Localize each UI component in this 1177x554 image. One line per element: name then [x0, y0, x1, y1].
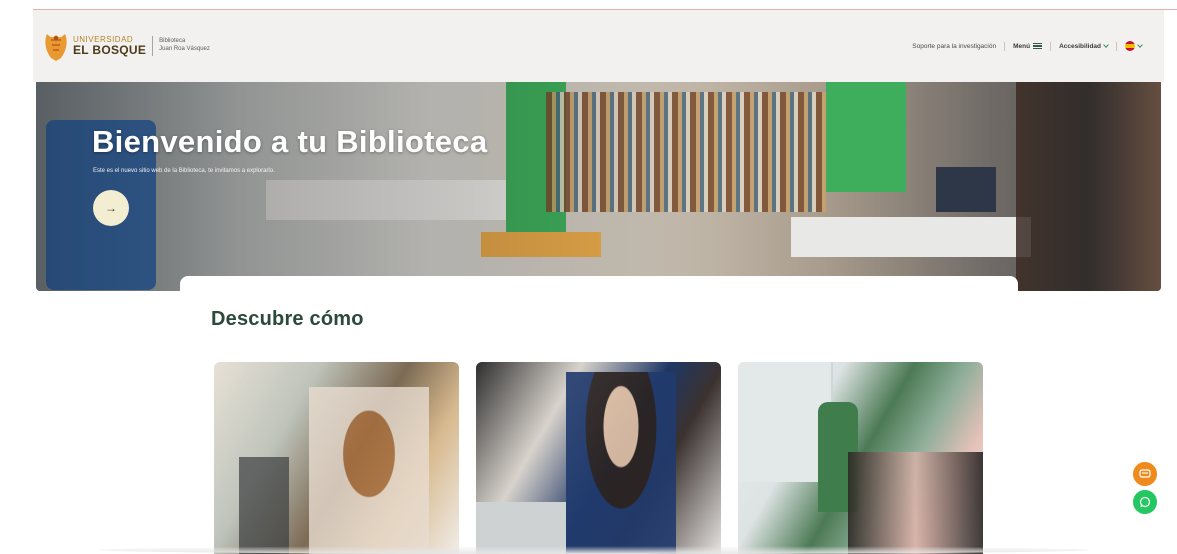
photo-students-seated: [848, 452, 983, 554]
research-support-link[interactable]: Soporte para la investigación: [912, 43, 996, 50]
chevron-down-icon: [1103, 42, 1109, 48]
arrow-right-icon: →: [105, 201, 117, 215]
university-logo[interactable]: UNIVERSIDAD EL BOSQUE Biblioteca Juan Ro…: [43, 30, 210, 62]
photo-student-smiling: [566, 372, 676, 554]
photo-monitors: [239, 457, 289, 554]
discover-tile-1[interactable]: [214, 362, 459, 554]
logo-wordmark: UNIVERSIDAD EL BOSQUE: [73, 36, 147, 57]
content-card-top: [180, 276, 1018, 306]
hero-banner: Bienvenido a tu Biblioteca Este es el nu…: [36, 82, 1161, 291]
language-selector[interactable]: [1125, 41, 1143, 51]
whatsapp-icon: [1139, 496, 1151, 508]
logo-emblem-icon: [43, 30, 69, 62]
bottom-shadow: [100, 546, 1090, 554]
hero-title: Bienvenido a tu Biblioteca: [92, 124, 488, 159]
hamburger-menu-icon: [1033, 43, 1043, 49]
spain-flag-icon: [1125, 41, 1135, 51]
whatsapp-button[interactable]: [1133, 490, 1157, 514]
top-navigation: Soporte para la investigación Menú Acces…: [912, 41, 1143, 51]
photo-students-computers: [309, 387, 429, 554]
nav-divider: [1116, 41, 1117, 51]
page: UNIVERSIDAD EL BOSQUE Biblioteca Juan Ro…: [0, 0, 1177, 554]
logo-name-label: EL BOSQUE: [73, 43, 147, 57]
section-title: Descubre cómo: [211, 308, 364, 330]
logo-divider: [152, 36, 154, 56]
chevron-down-icon: [1137, 42, 1143, 48]
library-name: Biblioteca Juan Roa Vásquez: [159, 38, 210, 54]
accessibility-dropdown[interactable]: Accesibilidad: [1059, 42, 1109, 50]
discover-tile-3[interactable]: [738, 362, 983, 554]
chat-icon: [1139, 469, 1151, 478]
nav-divider: [1004, 41, 1006, 51]
accessibility-label: Accesibilidad: [1059, 42, 1101, 50]
nav-divider: [1050, 41, 1052, 51]
discover-tile-2[interactable]: [476, 362, 721, 554]
site-header: UNIVERSIDAD EL BOSQUE Biblioteca Juan Ro…: [33, 10, 1164, 82]
hero-overlay: [36, 82, 1161, 291]
hero-arrow-button[interactable]: →: [93, 190, 129, 226]
menu-button[interactable]: Menú: [1013, 42, 1043, 50]
library-name-line2: Juan Roa Vásquez: [159, 46, 210, 52]
chat-button[interactable]: [1133, 462, 1157, 486]
hero-subtitle: Este es el nuevo sitio web de la Bibliot…: [93, 168, 275, 174]
menu-label: Menú: [1013, 42, 1031, 50]
library-name-line1: Biblioteca: [159, 38, 186, 45]
